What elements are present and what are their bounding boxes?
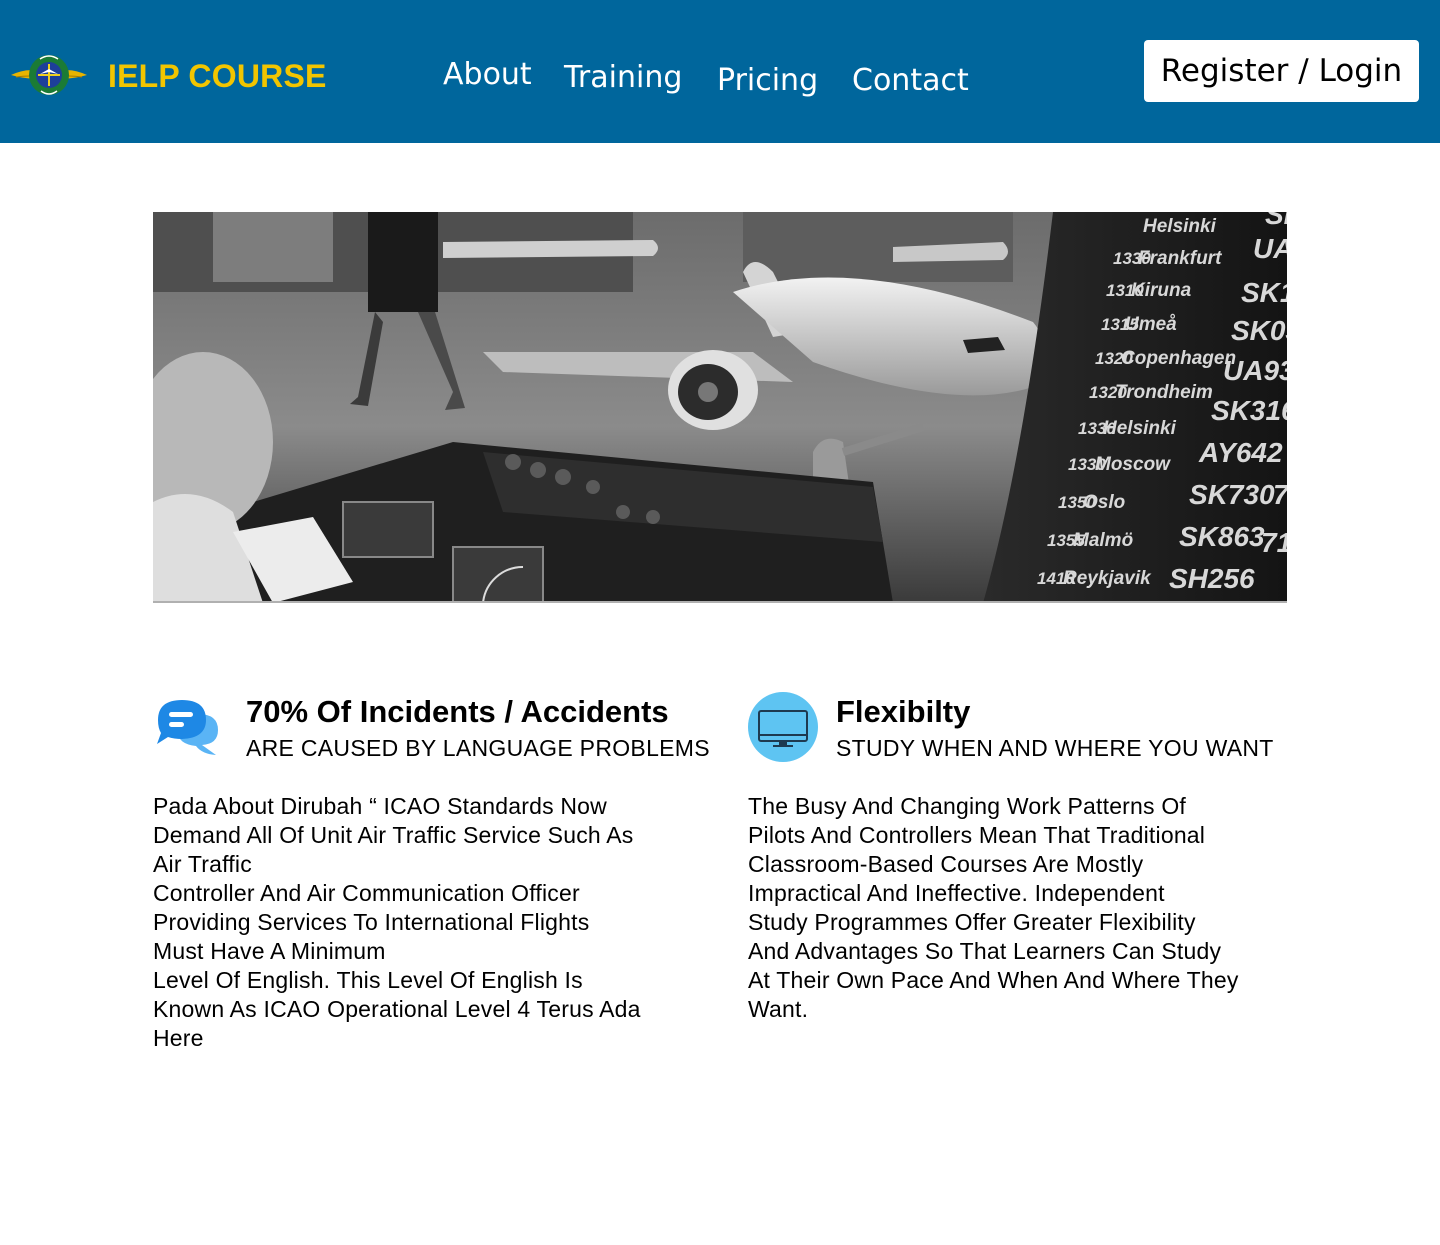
feature-description-line: Impractical And Ineffective. Independent [748, 880, 1165, 906]
board-city: Copenhagen [1121, 348, 1236, 369]
board-city: Trondheim [1115, 382, 1213, 403]
nav-link-contact[interactable]: Contact [852, 63, 969, 98]
feature-title: Flexibilty [836, 694, 971, 729]
board-time: 1310 [1106, 281, 1144, 300]
feature-description-line: Here [153, 1025, 204, 1051]
board-flight: UA9 [1253, 233, 1287, 264]
feature-description-line: Want. [748, 996, 809, 1022]
board-flight: SK3164 [1211, 395, 1287, 426]
top-navbar: IELP COURSE About Training Pricing Conta… [0, 0, 1440, 143]
feature-description-line: Controller And Air Communication Officer [153, 880, 580, 906]
board-flight: SK [1265, 212, 1287, 230]
feature-description: The Busy And Changing Work Patterns Of P… [748, 792, 1293, 1024]
board-flight: SH256 [1169, 563, 1255, 594]
board-flight: AY642 [1198, 437, 1283, 468]
board-flight: UA9307 [1223, 355, 1287, 386]
monitor-icon [748, 692, 818, 762]
feature-description-line: At Their Own Pace And When And Where The… [748, 967, 1239, 993]
feature-description-line: Pilots And Controllers Mean That Traditi… [748, 822, 1206, 848]
nav-link-pricing[interactable]: Pricing [717, 63, 818, 98]
feature-description-line: Demand All Of Unit Air Traffic Service S… [153, 822, 634, 848]
board-flight: SK034 [1231, 315, 1287, 346]
register-login-button[interactable]: Register / Login [1144, 40, 1419, 102]
board-time: 1330 [1078, 419, 1116, 438]
board-flight: 71 [1261, 527, 1287, 558]
board-city: Helsinki [1143, 216, 1217, 237]
feature-description-line: The Busy And Changing Work Patterns Of [748, 793, 1187, 819]
board-city: Moscow [1095, 454, 1171, 475]
board-time: 1330 [1068, 455, 1106, 474]
board-time: 1315 [1101, 315, 1139, 334]
board-city: Reykjavik [1063, 568, 1152, 589]
board-time: 1355 [1047, 531, 1085, 550]
feature-description-line: Air Traffic [153, 851, 252, 877]
board-time: 1330 [1113, 249, 1151, 268]
board-flight: 7 [1273, 479, 1287, 510]
board-flight: SK863 [1179, 521, 1265, 552]
aviation-school-emblem-logo[interactable] [10, 50, 88, 100]
feature-description-line: And Advantages So That Learners Can Stud… [748, 938, 1222, 964]
feature-description-line: Level Of English. This Level Of English … [153, 967, 583, 993]
nav-link-training[interactable]: Training [564, 60, 682, 95]
feature-subtitle: STUDY WHEN AND WHERE YOU WANT [836, 735, 1274, 761]
board-flight: SK730 [1189, 479, 1275, 510]
nav-link-about[interactable]: About [443, 57, 532, 92]
board-time: 1320 [1095, 349, 1133, 368]
feature-title: 70% Of Incidents / Accidents [246, 694, 669, 729]
feature-description-line: Pada About Dirubah “ ICAO Standards Now [153, 793, 607, 819]
chat-bubbles-icon [157, 700, 218, 755]
feature-description-line: Must Have A Minimum [153, 938, 386, 964]
feature-description-line: Known As ICAO Operational Level 4 Terus … [153, 996, 641, 1022]
feature-subtitle: ARE CAUSED BY LANGUAGE PROBLEMS [246, 735, 710, 761]
feature-description: Pada About Dirubah “ ICAO Standards Now … [153, 792, 698, 1053]
feature-description-line: Providing Services To International Flig… [153, 909, 590, 935]
feature-description-line: Classroom-Based Courses Are Mostly [748, 851, 1144, 877]
board-time: 1320 [1089, 383, 1127, 402]
brand-title[interactable]: IELP COURSE [108, 58, 327, 95]
feature-description-line: Study Programmes Offer Greater Flexibili… [748, 909, 1196, 935]
hero-banner-image: Helsinki Frankfurt Kiruna Umeå Copenhage… [153, 212, 1287, 603]
board-flight: SK10 [1241, 277, 1287, 308]
board-time: 1410 [1037, 569, 1075, 588]
board-time: 1350 [1058, 493, 1096, 512]
